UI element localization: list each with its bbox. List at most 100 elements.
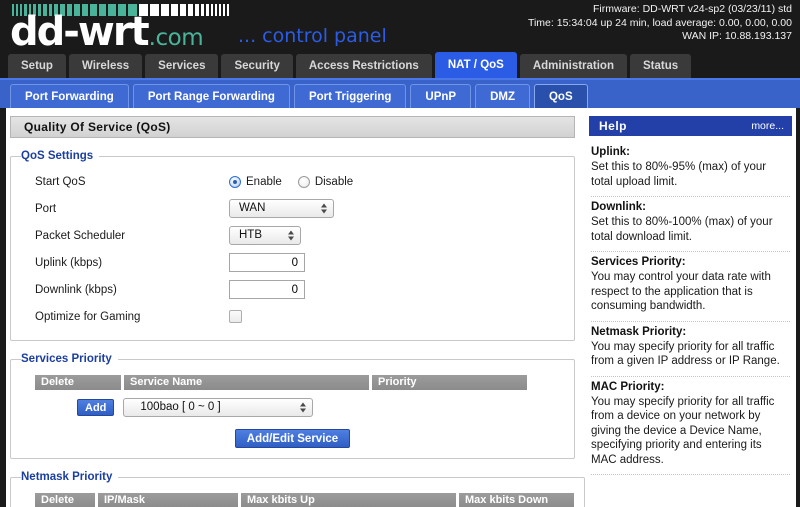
wan-ip-line: WAN IP: 10.88.193.137 bbox=[682, 30, 792, 42]
primary-tab-nat-qos[interactable]: NAT / QoS bbox=[434, 52, 517, 78]
start-qos-label: Start QoS bbox=[35, 175, 86, 188]
add-edit-service-button[interactable]: Add/Edit Service bbox=[234, 429, 351, 448]
radio-enable-dot bbox=[229, 175, 241, 188]
packet-scheduler-value: HTB bbox=[239, 229, 262, 241]
secondary-tab-upnp[interactable]: UPnP bbox=[410, 84, 472, 108]
netmask-priority-legend: Netmask Priority bbox=[21, 471, 113, 483]
dd-wrt-control-panel: dd-wrt .com ... control panel Firmware: … bbox=[0, 0, 800, 507]
help-item-term: Downlink: bbox=[591, 201, 646, 213]
help-item: Downlink: Set this to 80%-100% (max) of y… bbox=[591, 197, 790, 252]
primary-tab-administration[interactable]: Administration bbox=[519, 54, 627, 78]
add-edit-service-row: Add/Edit Service bbox=[21, 429, 564, 448]
th-delete: Delete bbox=[35, 375, 121, 390]
services-priority-legend: Services Priority bbox=[21, 353, 112, 365]
dd-wrt-logo: dd-wrt .com bbox=[10, 9, 204, 55]
barcode-bar bbox=[206, 4, 209, 16]
help-item-description: Set this to 80%-100% (max) of your total… bbox=[591, 216, 773, 243]
secondary-tab-qos[interactable]: QoS bbox=[533, 84, 588, 108]
service-name-select[interactable]: 100bao [ 0 ~ 0 ] bbox=[123, 398, 314, 417]
secondary-tab-port-range-forwarding[interactable]: Port Range Forwarding bbox=[132, 84, 290, 108]
help-content: Uplink: Set this to 80%-95% (max) of your… bbox=[589, 136, 792, 475]
add-button[interactable]: Add bbox=[77, 399, 115, 416]
system-info: Firmware: DD-WRT v24-sp2 (03/23/11) std … bbox=[528, 3, 792, 44]
barcode-bar bbox=[215, 4, 217, 16]
help-item-description: You may specify priority for all traffic… bbox=[591, 340, 780, 368]
row-optimize-gaming: Optimize for Gaming bbox=[21, 303, 564, 330]
packet-scheduler-label: Packet Scheduler bbox=[35, 229, 126, 242]
netmask-table-header: Delete IP/Mask Max kbits Up Max kbits Do… bbox=[35, 493, 574, 507]
qos-settings-legend: QoS Settings bbox=[21, 150, 94, 162]
primary-tab-access-restrictions[interactable]: Access Restrictions bbox=[295, 54, 432, 78]
radio-enable-label: Enable bbox=[246, 175, 282, 188]
barcode-bar bbox=[223, 4, 225, 16]
services-priority-panel: Services Priority Delete Service Name Pr… bbox=[10, 353, 575, 459]
services-table-header: Delete Service Name Priority bbox=[35, 375, 564, 390]
primary-tab-status[interactable]: Status bbox=[629, 54, 692, 78]
th-delete: Delete bbox=[35, 493, 95, 507]
uptime-line: Time: 15:34:04 up 24 min, load average: … bbox=[527, 16, 792, 29]
barcode-bar bbox=[211, 4, 213, 16]
row-uplink: Uplink (kbps) bbox=[21, 249, 564, 276]
right-rail bbox=[796, 108, 800, 507]
help-title: Help bbox=[599, 119, 628, 133]
barcode-bar bbox=[227, 4, 229, 16]
th-max-kbits-down: Max kbits Down bbox=[459, 493, 574, 507]
logo-text: dd-wrt bbox=[10, 9, 150, 55]
radio-disable[interactable]: Disable bbox=[297, 175, 354, 188]
help-item-description: You may control your data rate with resp… bbox=[591, 271, 771, 312]
primary-tab-setup[interactable]: Setup bbox=[8, 54, 66, 78]
barcode-bar bbox=[219, 4, 221, 16]
help-item-description: Set this to 80%-95% (max) of your total … bbox=[591, 161, 767, 188]
page-header: dd-wrt .com ... control panel Firmware: … bbox=[0, 0, 800, 55]
help-item-description: You may specify priority for all traffic… bbox=[591, 395, 775, 466]
service-name-value: 100bao [ 0 ~ 0 ] bbox=[140, 401, 221, 413]
row-downlink: Downlink (kbps) bbox=[21, 276, 564, 303]
port-label: Port bbox=[35, 202, 57, 215]
help-item: Services Priority: You may control your d… bbox=[591, 252, 790, 322]
updown-arrows-icon bbox=[299, 401, 306, 414]
main-content: Quality Of Service (QoS) QoS Settings St… bbox=[0, 108, 585, 507]
secondary-navigation: Port Forwarding Port Range Forwarding Port… bbox=[0, 78, 800, 108]
th-priority: Priority bbox=[372, 375, 527, 390]
help-item: Netmask Priority: You may specify priorit… bbox=[591, 322, 790, 377]
port-select[interactable]: WAN bbox=[229, 199, 334, 218]
radio-enable[interactable]: Enable bbox=[229, 175, 282, 188]
help-item: MAC Priority: You may specify priority fo… bbox=[591, 377, 790, 475]
secondary-tab-dmz[interactable]: DMZ bbox=[475, 84, 530, 108]
help-item-term: Netmask Priority: bbox=[591, 325, 687, 338]
uplink-input[interactable] bbox=[229, 253, 305, 272]
th-ip-mask: IP/Mask bbox=[98, 493, 238, 507]
header-tagline: ... control panel bbox=[238, 25, 387, 47]
downlink-label: Downlink (kbps) bbox=[35, 283, 117, 296]
optimize-gaming-label: Optimize for Gaming bbox=[35, 310, 141, 323]
primary-tab-services[interactable]: Services bbox=[145, 54, 219, 78]
row-packet-scheduler: Packet Scheduler HTB bbox=[21, 222, 564, 249]
secondary-tab-port-forwarding[interactable]: Port Forwarding bbox=[10, 84, 129, 108]
packet-scheduler-select[interactable]: HTB bbox=[229, 226, 301, 245]
updown-arrows-icon bbox=[287, 229, 294, 242]
row-start-qos: Start QoS Enable Disable bbox=[21, 168, 564, 195]
page-title: Quality Of Service (QoS) bbox=[10, 116, 575, 138]
uplink-label: Uplink (kbps) bbox=[35, 256, 103, 269]
primary-tab-wireless[interactable]: Wireless bbox=[68, 54, 143, 78]
body-area: Quality Of Service (QoS) QoS Settings St… bbox=[0, 108, 800, 507]
updown-arrows-icon bbox=[320, 202, 327, 215]
radio-disable-label: Disable bbox=[314, 175, 354, 188]
th-max-kbits-up: Max kbits Up bbox=[241, 493, 456, 507]
primary-tab-security[interactable]: Security bbox=[221, 54, 293, 78]
optimize-gaming-checkbox[interactable] bbox=[229, 310, 242, 323]
help-more-link[interactable]: more... bbox=[751, 120, 784, 132]
netmask-priority-panel: Netmask Priority Delete IP/Mask Max kbit… bbox=[10, 471, 585, 507]
primary-navigation: Setup Wireless Services Security Access Rest… bbox=[0, 50, 800, 78]
help-item: Uplink: Set this to 80%-95% (max) of your… bbox=[591, 142, 790, 197]
row-port: Port WAN bbox=[21, 195, 564, 222]
secondary-tab-port-triggering[interactable]: Port Triggering bbox=[293, 84, 407, 108]
services-add-row: Add 100bao [ 0 ~ 0 ] bbox=[77, 398, 564, 417]
help-header: Help more... bbox=[589, 116, 792, 136]
help-item-term: Uplink: bbox=[591, 146, 630, 158]
th-service-name: Service Name bbox=[124, 375, 369, 390]
port-select-value: WAN bbox=[239, 202, 266, 214]
logo-suffix: .com bbox=[148, 25, 204, 51]
radio-disable-dot bbox=[297, 175, 310, 188]
downlink-input[interactable] bbox=[229, 280, 305, 299]
